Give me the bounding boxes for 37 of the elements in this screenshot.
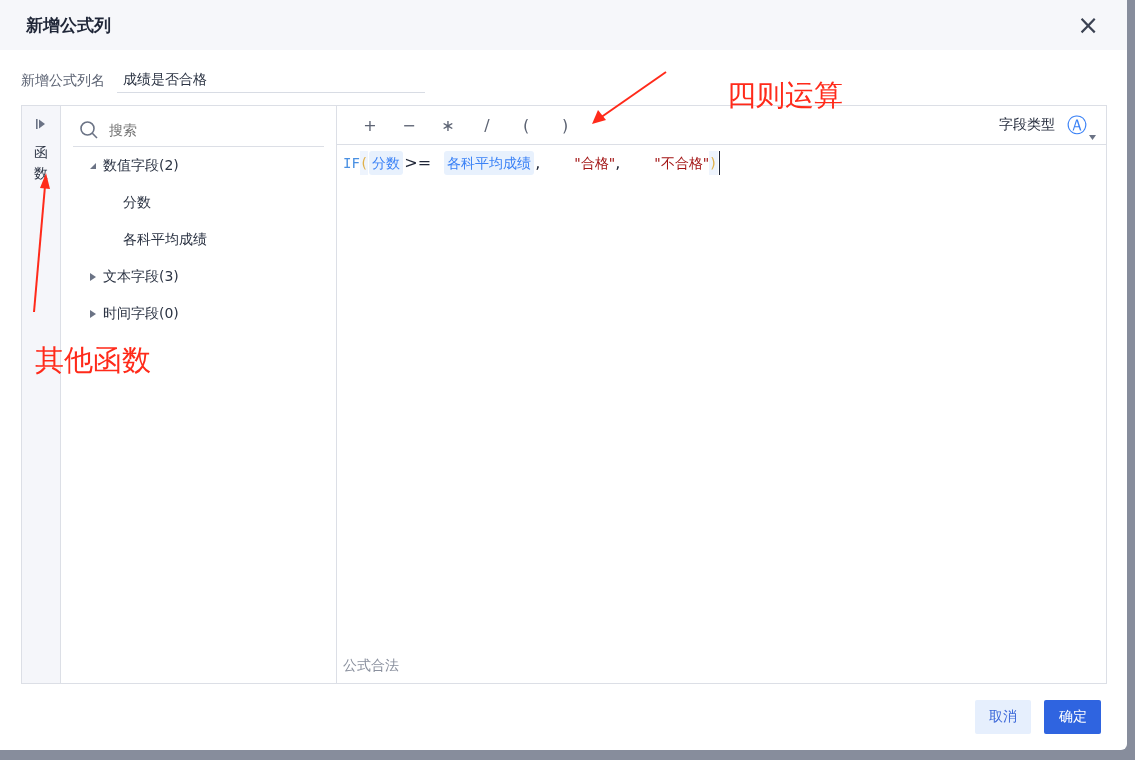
tree-field-item[interactable]: 各科平均成绩 xyxy=(123,230,207,249)
operator-button[interactable]: ( xyxy=(515,115,537,135)
expand-triangle-icon[interactable] xyxy=(89,271,97,282)
operator-button[interactable]: / xyxy=(476,115,498,135)
formula-string: "合格" xyxy=(574,154,616,173)
field-type-label: 字段类型 xyxy=(999,116,1055,134)
function-tab[interactable]: 函数 xyxy=(34,142,48,184)
tree-group-item[interactable]: 时间字段(0) xyxy=(103,304,179,323)
expand-triangle-icon[interactable] xyxy=(89,308,97,319)
field-label: 新增公式列名 xyxy=(21,71,105,90)
dialog-title: 新增公式列 xyxy=(26,13,112,37)
operator-button[interactable]: ) xyxy=(554,115,576,135)
annotation-text: 其他函数 xyxy=(35,342,151,379)
text-cursor xyxy=(718,151,720,175)
expand-icon[interactable] xyxy=(35,118,47,130)
formula-operator: , xyxy=(535,152,542,174)
operator-button[interactable]: + xyxy=(359,115,381,135)
caret-icon[interactable] xyxy=(1089,135,1096,140)
formula-field-token[interactable]: 分数 xyxy=(369,151,404,175)
field-type-dropdown[interactable]: Ⓐ xyxy=(1067,111,1087,139)
tree-group-item[interactable]: 文本字段(3) xyxy=(103,267,179,286)
annotation-text: 四则运算 xyxy=(727,77,843,114)
formula-paren: ( xyxy=(359,151,369,175)
confirm-button[interactable]: 确定 xyxy=(1044,700,1101,734)
operator-button[interactable]: ∗ xyxy=(437,115,459,135)
tree-field-item[interactable]: 分数 xyxy=(123,193,151,212)
formula-string: "不合格" xyxy=(654,154,710,173)
search-icon xyxy=(79,120,99,140)
formula-operator: , xyxy=(615,152,622,174)
status-text: 公式合法 xyxy=(342,657,400,675)
formula-function: IF xyxy=(343,154,360,173)
tree-group-item[interactable]: 数值字段(2) xyxy=(103,156,179,175)
formula-paren: ) xyxy=(709,151,718,175)
formula-field-token[interactable]: 各科平均成绩 xyxy=(444,151,535,175)
close-button[interactable]: × xyxy=(1073,12,1103,38)
cancel-button[interactable]: 取消 xyxy=(975,700,1031,734)
operator-button[interactable]: − xyxy=(398,115,420,135)
